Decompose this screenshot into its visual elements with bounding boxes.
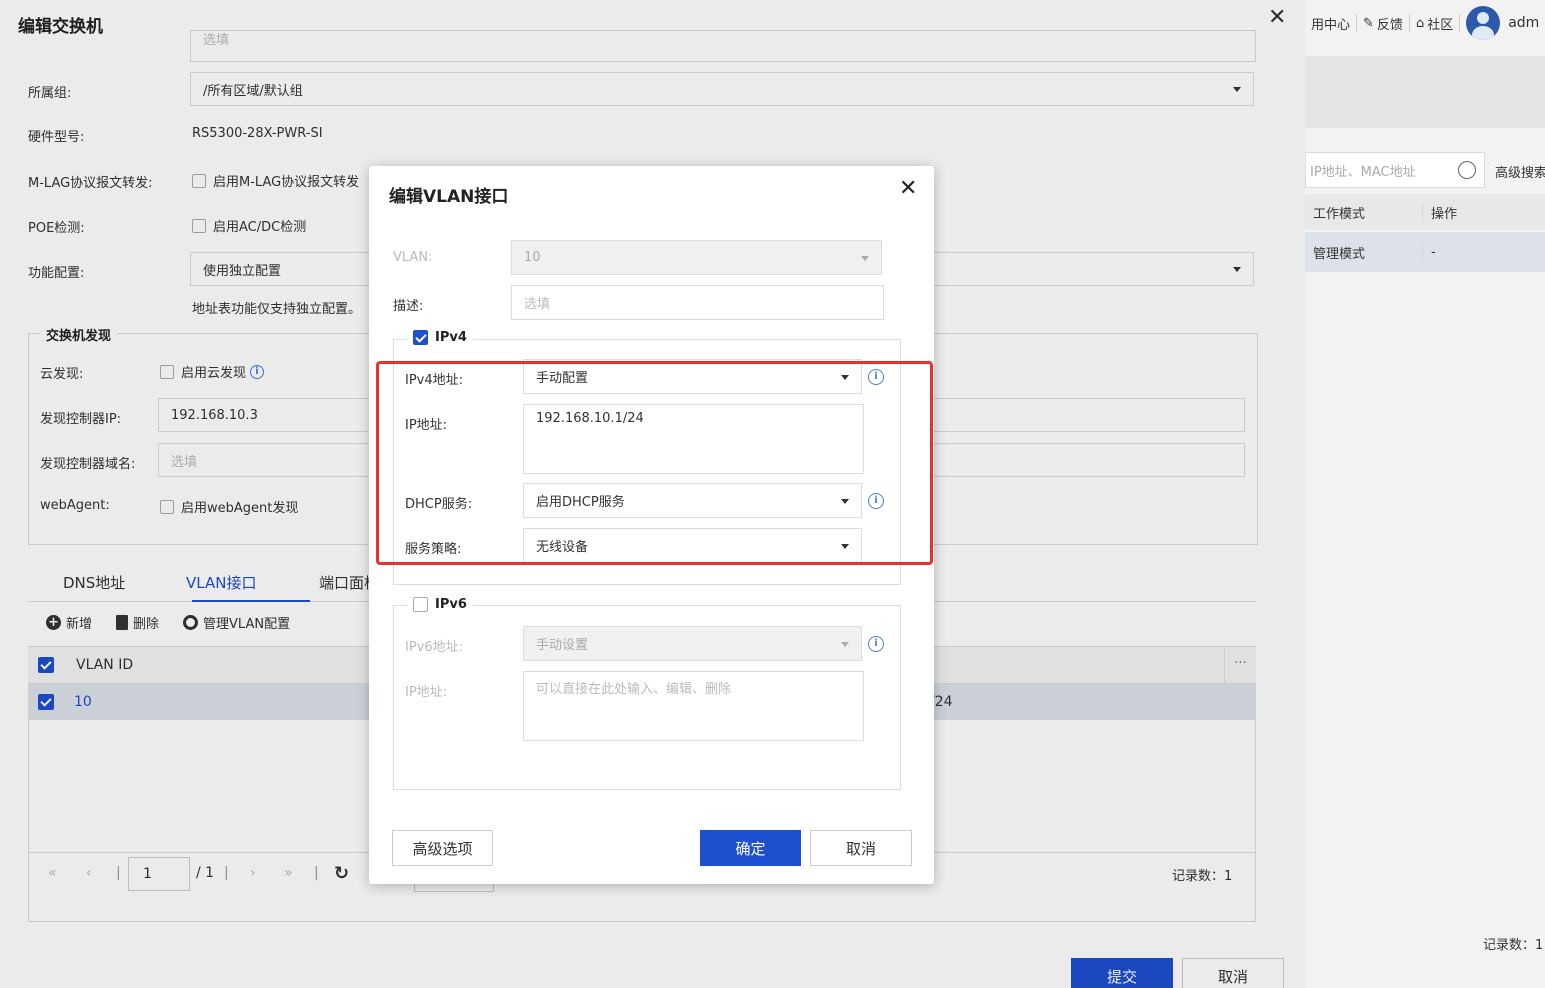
- chevron-down-icon: [841, 544, 849, 549]
- dialog-close-icon[interactable]: ✕: [899, 178, 917, 200]
- home-icon: ⌂: [1415, 15, 1425, 31]
- ok-button[interactable]: 确定: [700, 830, 801, 866]
- ipv6-mode-select: 手动设置: [523, 626, 862, 661]
- ipv6-mode-label: IPv6地址:: [405, 640, 464, 655]
- info-icon[interactable]: i: [868, 493, 884, 509]
- desc-label: 描述:: [393, 299, 424, 314]
- vlan-label: VLAN:: [393, 250, 433, 265]
- bg-table-header: 工作模式 操作: [1305, 194, 1545, 230]
- info-icon[interactable]: i: [868, 369, 884, 385]
- dialog-title: 编辑VLAN接口: [389, 187, 509, 207]
- dialog-cancel-button[interactable]: 取消: [810, 830, 912, 866]
- user-avatar[interactable]: [1466, 6, 1501, 40]
- advanced-search-link[interactable]: 高级搜索: [1495, 162, 1545, 181]
- edit-icon: ✎: [1363, 15, 1374, 31]
- search-icon[interactable]: [1458, 161, 1476, 179]
- ipv4-mode-label: IPv4地址:: [405, 373, 464, 388]
- nav-community[interactable]: ⌂ 社区: [1410, 14, 1461, 33]
- desc-input[interactable]: 选填: [511, 285, 884, 320]
- info-icon[interactable]: i: [868, 636, 884, 652]
- nav-app-center[interactable]: 用中心: [1305, 14, 1358, 33]
- bg-table-row[interactable]: 管理模式 -: [1305, 232, 1545, 272]
- bg-search-input[interactable]: IP地址、MAC地址: [1305, 152, 1485, 188]
- policy-label: 服务策略:: [405, 542, 462, 557]
- app-header: 用中心 ✎ 反馈 ⌂ 社区 adm: [1305, 0, 1545, 46]
- edit-vlan-dialog: 编辑VLAN接口 ✕ VLAN: 10 描述: 选填 IPv4 IPv4地址: …: [369, 166, 934, 884]
- chevron-down-icon: [841, 642, 849, 647]
- ipv4-checkbox[interactable]: [413, 330, 428, 345]
- policy-select[interactable]: 无线设备: [523, 528, 862, 563]
- background-app: 用中心 ✎ 反馈 ⌂ 社区 adm IP地址、MAC地址 高级搜索 工作模式 操作 …: [1293, 0, 1545, 988]
- bg-banner: [1305, 56, 1545, 128]
- nav-feedback[interactable]: ✎ 反馈: [1357, 14, 1410, 33]
- user-name[interactable]: adm: [1508, 15, 1539, 31]
- ipv4-mode-select[interactable]: 手动配置: [523, 359, 862, 394]
- chevron-down-icon: [861, 256, 869, 261]
- bg-record-count: 记录数：1: [1483, 938, 1544, 953]
- ip-textarea[interactable]: 192.168.10.1/24: [523, 404, 864, 474]
- ipv4-legend[interactable]: IPv4: [407, 330, 473, 345]
- ipv6-checkbox[interactable]: [413, 597, 428, 612]
- ipv6-ip-label: IP地址:: [405, 685, 448, 700]
- dhcp-select[interactable]: 启用DHCP服务: [523, 483, 862, 518]
- vlan-select: 10: [511, 240, 882, 275]
- chevron-down-icon: [841, 499, 849, 504]
- ipv6-ip-textarea: 可以直接在此处输入、编辑、删除: [523, 671, 864, 741]
- chevron-down-icon: [841, 375, 849, 380]
- advanced-options-button[interactable]: 高级选项: [392, 830, 493, 866]
- ipv6-legend[interactable]: IPv6: [407, 597, 473, 612]
- dhcp-label: DHCP服务:: [405, 497, 473, 512]
- ip-label: IP地址:: [405, 418, 448, 433]
